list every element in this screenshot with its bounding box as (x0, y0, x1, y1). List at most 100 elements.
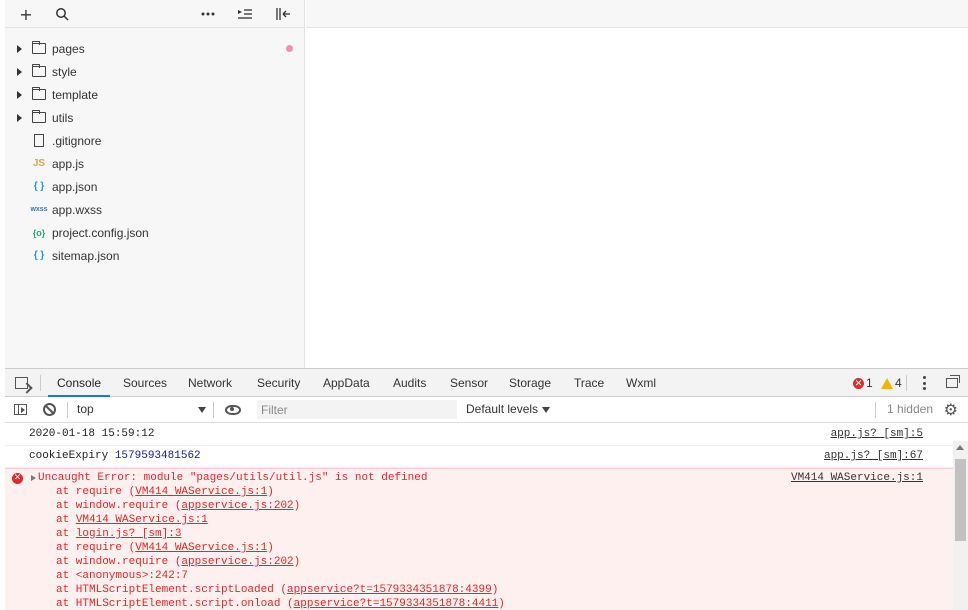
message-value: 1579593481562 (114, 450, 201, 462)
stack-link[interactable]: appservice.js:202 (181, 500, 293, 512)
tree-file-app-js[interactable]: JS app.js (5, 152, 304, 175)
tree-item-label: pages (52, 41, 85, 56)
stack-text: at window.require ( (56, 556, 182, 568)
divider (67, 402, 68, 418)
ellipsis-icon (201, 12, 215, 16)
eye-icon[interactable] (225, 405, 241, 415)
message-key: cookieExpiry (29, 450, 109, 462)
tab-storage[interactable]: Storage (509, 369, 551, 397)
expand-arrow-icon[interactable] (17, 44, 22, 53)
stack-text: at (56, 514, 76, 526)
source-link[interactable]: VM414 WAService.js:1 (791, 472, 923, 485)
stack-text: at HTMLScriptElement.scriptLoaded ( (56, 584, 288, 596)
error-icon: ✕ (12, 473, 23, 484)
collapse-sidebar-button[interactable] (273, 4, 293, 24)
stack-link[interactable]: VM414 WAService.js:1 (135, 486, 267, 498)
tab-sensor[interactable]: Sensor (450, 369, 488, 397)
tree-folder-style[interactable]: style (5, 60, 304, 83)
tree-item-label: .gitignore (52, 133, 102, 148)
tab-wxml[interactable]: Wxml (626, 369, 656, 397)
show-sidebar-icon[interactable] (14, 404, 27, 415)
error-counter[interactable]: ✕ 1 (853, 369, 873, 397)
tree-file-app-wxss[interactable]: wxss app.wxss (5, 198, 304, 221)
gear-icon[interactable]: ⚙ (944, 402, 958, 418)
more-button[interactable] (198, 4, 218, 24)
scrollbar-thumb[interactable] (955, 459, 966, 541)
clear-console-icon[interactable] (43, 403, 56, 416)
undock-icon[interactable] (946, 375, 960, 388)
stack-link[interactable]: login.js? [sm]:3 (76, 528, 182, 540)
stack-link[interactable]: appservice?t=1579334351878:4399 (287, 584, 492, 596)
stack-frame: at HTMLScriptElement.script.onload (apps… (38, 597, 968, 610)
modified-dot-icon (286, 45, 293, 52)
expand-arrow-icon[interactable] (31, 475, 36, 481)
kebab-menu-icon[interactable] (922, 376, 926, 390)
tree-file-app-json[interactable]: { } app.json (5, 175, 304, 198)
stack-text: at HTMLScriptElement.script.onload ( (56, 598, 294, 610)
source-link[interactable]: app.js? [sm]:5 (831, 428, 923, 441)
devtools-window: + pages style template utils .gitignore … (0, 0, 968, 610)
divider (875, 402, 876, 418)
tree-file-project-config[interactable]: {o} project.config.json (5, 221, 304, 244)
tab-security[interactable]: Security (257, 369, 300, 397)
log-levels-label: Default levels (466, 402, 539, 416)
tree-folder-pages[interactable]: pages (5, 37, 304, 60)
wxss-icon: wxss (30, 206, 48, 213)
tab-audits[interactable]: Audits (393, 369, 426, 397)
plus-icon: + (19, 4, 33, 24)
filter-input[interactable] (257, 400, 457, 419)
warning-icon (881, 378, 893, 390)
console-scrollbar[interactable] (953, 441, 968, 610)
console-filterbar: top Default levels 1 hidden ⚙ (5, 397, 968, 423)
hidden-count: 1 hidden (886, 402, 933, 416)
tree-folder-utils[interactable]: utils (5, 106, 304, 129)
expand-arrow-icon[interactable] (17, 113, 22, 122)
tree-file-sitemap-json[interactable]: { } sitemap.json (5, 244, 304, 267)
chevron-down-icon[interactable] (198, 407, 206, 413)
stack-link[interactable]: appservice?t=1579334351878:4411 (294, 598, 499, 610)
tree-item-label: app.wxss (52, 202, 103, 217)
tree-file-gitignore[interactable]: .gitignore (5, 129, 304, 152)
tab-trace[interactable]: Trace (574, 369, 604, 397)
stack-frame: at window.require (appservice.js:202) (38, 499, 968, 513)
add-file-button[interactable]: + (16, 4, 36, 24)
console-message: cookieExpiry 1579593481562 app.js? [sm]:… (5, 446, 968, 468)
collapse-left-icon (276, 8, 290, 20)
stack-frame: at HTMLScriptElement.scriptLoaded (appse… (38, 583, 968, 597)
search-button[interactable] (52, 4, 72, 24)
stack-link[interactable]: VM414 WAService.js:1 (76, 514, 208, 526)
tab-sources[interactable]: Sources (123, 369, 167, 397)
divider (906, 375, 907, 391)
source-link[interactable]: app.js? [sm]:67 (824, 450, 923, 463)
outline-button[interactable] (235, 4, 255, 24)
stack-link[interactable]: appservice.js:202 (181, 556, 293, 568)
tree-item-label: app.json (52, 179, 98, 194)
warning-counter[interactable]: 4 (881, 369, 902, 397)
devtools-panel: Console Sources Network Security AppData… (5, 368, 968, 610)
tree-item-label: style (52, 64, 77, 79)
file-explorer: + pages style template utils .gitignore … (5, 0, 305, 368)
expand-arrow-icon[interactable] (17, 90, 22, 99)
stack-text: ) (498, 598, 505, 610)
scroll-up-icon[interactable] (956, 445, 964, 450)
tab-network[interactable]: Network (188, 369, 232, 397)
stack-text: ) (293, 500, 301, 512)
tree-folder-template[interactable]: template (5, 83, 304, 106)
search-icon (56, 8, 69, 21)
expand-arrow-icon[interactable] (17, 67, 22, 76)
folder-icon (31, 87, 47, 102)
log-levels-dropdown[interactable]: Default levels (466, 402, 551, 416)
tab-console[interactable]: Console (48, 369, 111, 397)
error-count: 1 (866, 376, 873, 390)
divider (213, 402, 214, 418)
stack-text: at window.require ( (56, 500, 182, 512)
editor-area[interactable] (306, 0, 968, 368)
stack-text: ) (491, 584, 499, 596)
tab-appdata[interactable]: AppData (323, 369, 370, 397)
context-selector[interactable]: top (77, 402, 94, 416)
stack-link[interactable]: VM414 WAService.js:1 (135, 542, 267, 554)
console-error: ✕ VM414 WAService.js:1 Uncaught Error: m… (5, 468, 968, 610)
js-icon: JS (32, 158, 46, 169)
inspect-element-icon[interactable] (15, 377, 28, 389)
folder-icon (31, 41, 47, 56)
